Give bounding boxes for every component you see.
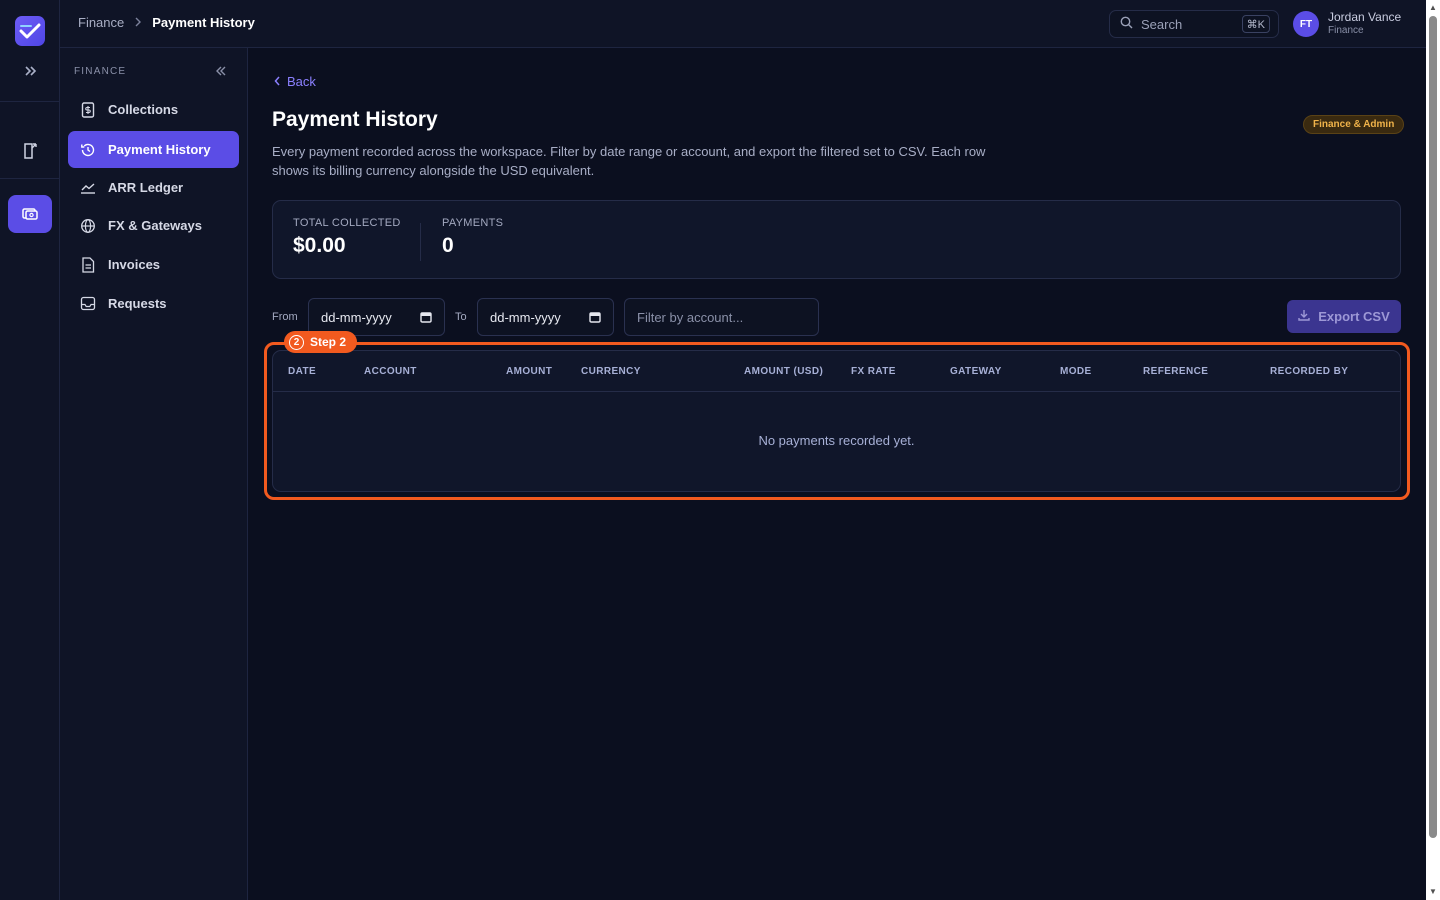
stats-card: TOTAL COLLECTED $0.00 PAYMENTS 0 [272,200,1401,279]
rail-divider [0,101,60,102]
from-date-value: dd-mm-yyyy [321,309,392,325]
document-icon [80,256,96,273]
step-number: 2 [289,334,304,350]
step-badge: 2 Step 2 [284,331,358,353]
search-label: Search [1141,16,1183,32]
step-highlight-frame [264,342,1410,500]
scroll-up-icon[interactable]: ▲ [1429,4,1437,12]
account-filter-input[interactable] [624,298,819,336]
sidebar-item-payment-history[interactable]: Payment History [68,131,239,168]
breadcrumb-finance[interactable]: Finance [78,15,124,30]
app-rail [0,0,60,900]
sidebar-item-label: Requests [108,296,167,311]
sidebar-item-label: Invoices [108,257,161,272]
role-badge: Finance & Admin [1303,115,1405,134]
sidebar-item-fx-gateways[interactable]: FX & Gateways [68,207,239,244]
inbox-icon [80,296,96,312]
rail-divider [0,178,60,179]
app-logo-icon[interactable] [15,16,45,46]
search-icon [1120,16,1133,32]
chart-line-icon [80,180,96,196]
export-csv-label: Export CSV [1318,309,1390,324]
sidebar-item-label: Collections [108,102,179,117]
rail-exit-icon[interactable] [8,132,52,170]
back-label: Back [287,74,316,89]
stat-payments: PAYMENTS 0 [442,217,503,258]
collapse-sidebar-icon[interactable] [212,62,230,80]
export-csv-button[interactable]: Export CSV [1287,300,1401,333]
page-description: Every payment recorded across the worksp… [272,144,986,178]
stat-divider [420,223,421,261]
globe-icon [80,218,96,234]
sidebar-item-collections[interactable]: Collections [68,91,239,128]
stat-label: PAYMENTS [442,217,504,229]
sidebar: FINANCE Collections Payment History ARR … [60,48,248,900]
stat-value: 0 [442,234,454,257]
breadcrumb-current: Payment History [152,15,255,30]
download-icon [1298,309,1310,324]
chevron-right-icon [134,15,142,30]
to-label: To [455,311,467,323]
scroll-down-icon[interactable]: ▼ [1429,888,1437,896]
search-shortcut: ⌘K [1241,15,1270,33]
page-scrollbar[interactable]: ▲ ▼ [1426,0,1440,900]
topbar: Finance Payment History Search ⌘K FT Jor… [60,0,1426,48]
calendar-icon[interactable] [420,311,432,326]
filter-bar: From dd-mm-yyyy To dd-mm-yyyy Export CSV [272,298,1401,336]
rail-finance-icon[interactable] [8,195,52,233]
page-title: Payment History [272,108,438,131]
sidebar-item-label: Payment History [108,142,211,157]
sidebar-section-title: FINANCE [74,66,127,77]
history-icon [80,142,96,158]
calendar-icon[interactable] [589,311,601,326]
scrollbar-thumb[interactable] [1429,16,1437,838]
back-link[interactable]: Back [274,74,316,89]
sidebar-item-label: ARR Ledger [108,180,184,195]
from-label: From [272,311,298,323]
user-role: Finance [1328,25,1364,36]
to-date-value: dd-mm-yyyy [490,309,561,325]
avatar[interactable]: FT [1293,11,1319,37]
chevron-left-icon [274,74,281,89]
user-name[interactable]: Jordan Vance [1328,10,1401,24]
dollar-file-icon [80,101,96,118]
breadcrumb: Finance Payment History [78,15,255,30]
stat-value: $0.00 [293,234,346,257]
sidebar-item-arr-ledger[interactable]: ARR Ledger [68,169,239,206]
to-date-input[interactable]: dd-mm-yyyy [477,298,614,336]
sidebar-item-invoices[interactable]: Invoices [68,246,239,283]
sidebar-item-requests[interactable]: Requests [68,285,239,322]
sidebar-item-label: FX & Gateways [108,218,202,233]
stat-label: TOTAL COLLECTED [293,217,401,229]
search-box[interactable]: Search ⌘K [1109,10,1279,38]
step-label: Step 2 [310,335,347,349]
expand-rail-icon[interactable] [18,60,42,82]
stat-total-collected: TOTAL COLLECTED $0.00 [293,217,401,258]
